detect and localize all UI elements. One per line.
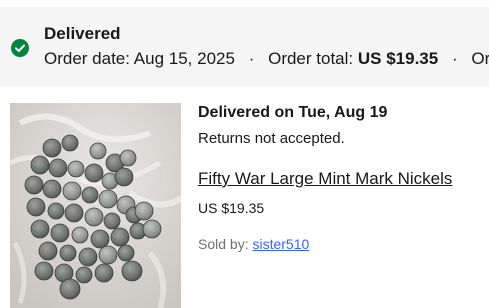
order-status-banner: Delivered Order date: Aug 15, 2025 · Ord… — [0, 7, 489, 87]
delivery-heading: Delivered on Tue, Aug 19 — [198, 104, 388, 121]
seller-info: Sold by: sister510 — [198, 236, 309, 252]
order-date: Aug 15, 2025 — [133, 49, 235, 68]
sold-by-label: Sold by: — [198, 236, 249, 252]
separator-dot: · — [451, 49, 458, 68]
check-circle-icon — [11, 39, 29, 57]
order-summary: Order date: Aug 15, 2025 · Order total: … — [44, 49, 489, 69]
order-total: US $19.35 — [357, 49, 439, 68]
item-title-link[interactable]: Fifty War Large Mint Mark Nickels — [198, 169, 452, 189]
seller-link[interactable]: sister510 — [252, 236, 309, 252]
item-price: US $19.35 — [198, 200, 265, 216]
status-title: Delivered — [44, 24, 121, 43]
coins-photo — [10, 103, 181, 308]
order-total-label: Order total: — [268, 49, 354, 68]
item-thumbnail[interactable] — [10, 103, 181, 308]
order-number-label: Order — [471, 49, 489, 68]
order-date-label: Order date: — [44, 49, 130, 68]
returns-policy: Returns not accepted. — [198, 130, 345, 147]
separator-dot: · — [248, 49, 255, 68]
